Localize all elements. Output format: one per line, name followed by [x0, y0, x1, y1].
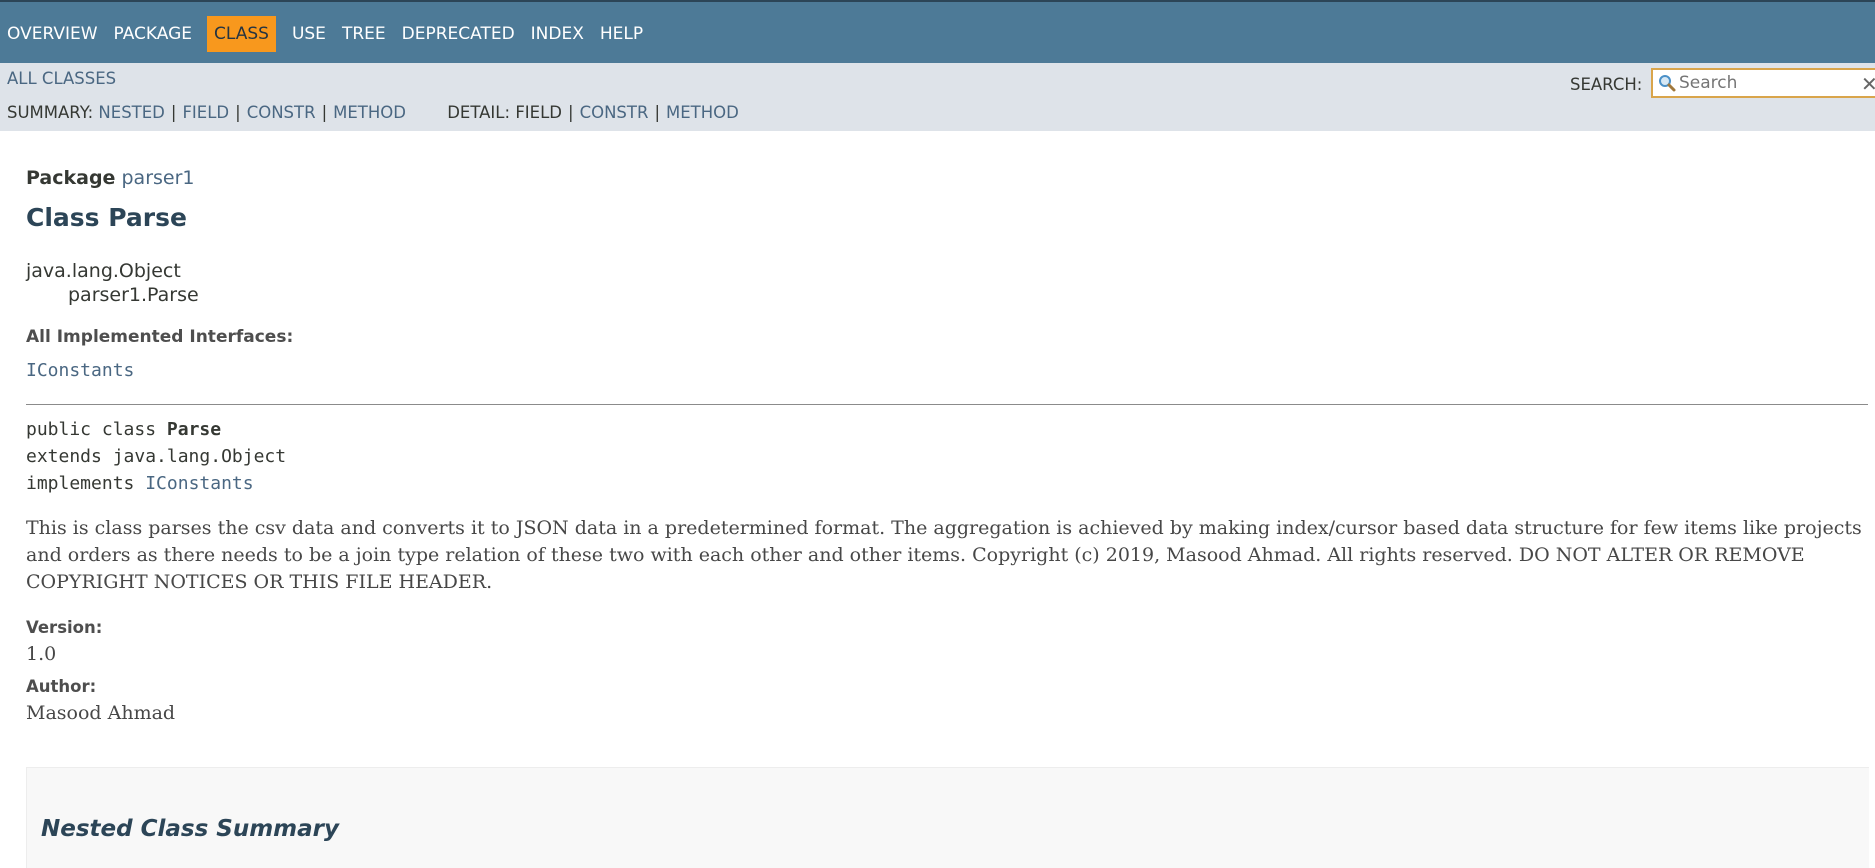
detail-field-text: FIELD — [515, 103, 562, 122]
package-line: Package parser1 — [26, 167, 195, 189]
class-signature: public class Parse extends java.lang.Obj… — [26, 416, 286, 497]
summary-constr-link[interactable]: CONSTR — [247, 103, 316, 122]
signature-implements-prefix: implements — [26, 473, 146, 494]
nav-help[interactable]: HELP — [593, 16, 650, 52]
divider — [26, 404, 1868, 405]
page-title: Class Parse — [26, 203, 187, 232]
nav-class-active: CLASS — [207, 16, 276, 52]
version-value: 1.0 — [26, 643, 57, 665]
package-link[interactable]: parser1 — [122, 167, 195, 189]
detail-method-link[interactable]: METHOD — [666, 103, 739, 122]
summary-nested-link[interactable]: NESTED — [98, 103, 164, 122]
inheritance-child: parser1.Parse — [68, 284, 199, 306]
signature-class-name: Parse — [166, 419, 222, 440]
author-label: Author: — [26, 677, 97, 696]
author-value: Masood Ahmad — [26, 702, 176, 724]
search-icon — [1659, 75, 1676, 92]
top-nav-list: OVERVIEW PACKAGE CLASS USE TREE DEPRECAT… — [0, 16, 652, 52]
signature-extends: extends java.lang.Object — [26, 446, 287, 467]
summary-label: SUMMARY: — [7, 103, 94, 122]
sub-navbar: ALL CLASSES SUMMARY: NESTED | FIELD | CONSTR… — [0, 63, 1875, 131]
nav-overview[interactable]: OVERVIEW — [0, 16, 105, 52]
nested-class-summary-section: Nested Class Summary — [26, 767, 1869, 868]
version-label: Version: — [26, 618, 103, 637]
inheritance-tree: java.lang.Object parser1.Parse — [26, 259, 199, 307]
summary-detail-row: SUMMARY: NESTED | FIELD | CONSTR | METHOD DETA… — [7, 103, 739, 122]
clear-search-icon[interactable]: ✕ — [1861, 72, 1875, 96]
nested-class-summary-title: Nested Class Summary — [41, 816, 340, 842]
search-input[interactable] — [1679, 72, 1849, 94]
detail-label: DETAIL: — [447, 103, 511, 122]
nav-tree[interactable]: TREE — [335, 16, 393, 52]
summary-field-link[interactable]: FIELD — [182, 103, 229, 122]
summary-method-link[interactable]: METHOD — [333, 103, 406, 122]
all-classes-link[interactable]: ALL CLASSES — [7, 69, 116, 88]
inheritance-parent: java.lang.Object — [26, 260, 181, 282]
nav-package[interactable]: PACKAGE — [107, 16, 199, 52]
detail-constr-link[interactable]: CONSTR — [580, 103, 649, 122]
top-navbar: OVERVIEW PACKAGE CLASS USE TREE DEPRECAT… — [0, 0, 1875, 63]
nav-index[interactable]: INDEX — [524, 16, 591, 52]
package-label: Package — [26, 167, 116, 189]
interface-link-iconstants[interactable]: IConstants — [26, 360, 134, 381]
nav-use[interactable]: USE — [285, 16, 333, 52]
signature-prefix: public class — [26, 419, 167, 440]
search-label: SEARCH: — [1570, 75, 1643, 94]
search-box[interactable]: ✕ — [1651, 68, 1875, 98]
nav-deprecated[interactable]: DEPRECATED — [395, 16, 522, 52]
interfaces-label: All Implemented Interfaces: — [26, 327, 294, 347]
class-description: This is class parses the csv data and co… — [26, 517, 1862, 593]
signature-implements-link[interactable]: IConstants — [145, 473, 253, 494]
